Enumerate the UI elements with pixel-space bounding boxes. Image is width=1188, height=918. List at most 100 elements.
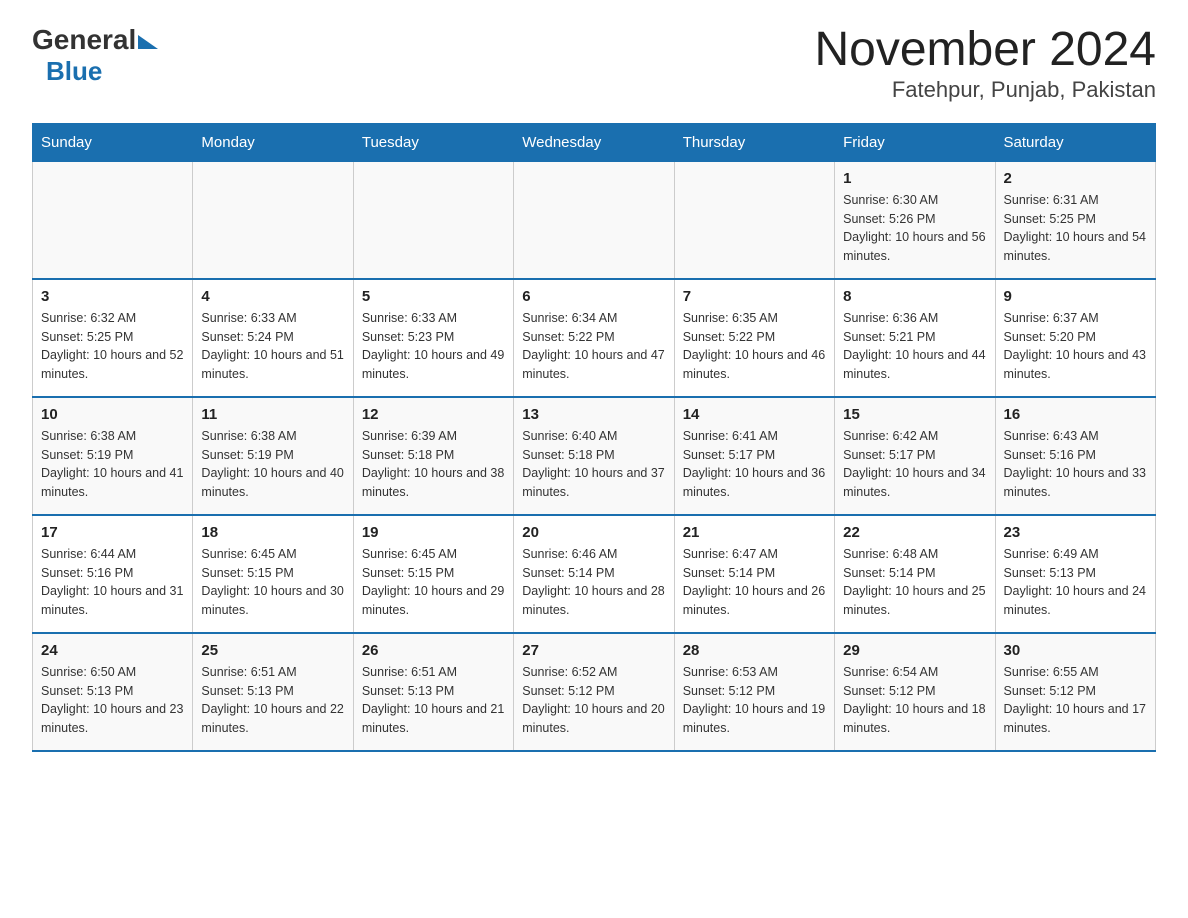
calendar-week-row: 24Sunrise: 6:50 AM Sunset: 5:13 PM Dayli… [33, 633, 1156, 751]
title-block: November 2024 Fatehpur, Punjab, Pakistan [814, 24, 1156, 103]
calendar-day-cell: 9 Sunrise: 6:37 AM Sunset: 5:20 PM Daylig… [995, 279, 1155, 397]
page-subtitle: Fatehpur, Punjab, Pakistan [814, 77, 1156, 103]
day-number: 27 [522, 642, 665, 659]
day-number: 2 [1004, 170, 1147, 187]
day-number: 25 [201, 642, 344, 659]
day-info: Sunrise: 6:38 AM Sunset: 5:19 PM Dayligh… [201, 427, 344, 502]
calendar-header-row: SundayMondayTuesdayWednesdayThursdayFrid… [33, 123, 1156, 161]
day-info: Sunrise: 6:51 AM Sunset: 5:13 PM Dayligh… [362, 663, 505, 738]
day-number: 8 [843, 288, 986, 305]
calendar-header-thursday: Thursday [674, 123, 834, 161]
calendar-day-cell: 4 Sunrise: 6:33 AM Sunset: 5:24 PM Daylig… [193, 279, 353, 397]
day-number: 13 [522, 406, 665, 423]
calendar-day-cell: 17Sunrise: 6:44 AM Sunset: 5:16 PM Dayli… [33, 515, 193, 633]
day-info: Sunrise: 6:52 AM Sunset: 5:12 PM Dayligh… [522, 663, 665, 738]
calendar-day-cell: 5Sunrise: 6:33 AM Sunset: 5:23 PM Daylig… [353, 279, 513, 397]
calendar-day-cell: 26 Sunrise: 6:51 AM Sunset: 5:13 PM Dayli… [353, 633, 513, 751]
calendar-day-cell: 29Sunrise: 6:54 AM Sunset: 5:12 PM Dayli… [835, 633, 995, 751]
calendar-day-cell: 3Sunrise: 6:32 AM Sunset: 5:25 PM Daylig… [33, 279, 193, 397]
calendar-header-wednesday: Wednesday [514, 123, 674, 161]
day-info: Sunrise: 6:54 AM Sunset: 5:12 PM Dayligh… [843, 663, 986, 738]
day-info: Sunrise: 6:33 AM Sunset: 5:24 PM Dayligh… [201, 309, 344, 384]
calendar-header-sunday: Sunday [33, 123, 193, 161]
calendar-week-row: 3Sunrise: 6:32 AM Sunset: 5:25 PM Daylig… [33, 279, 1156, 397]
calendar-header-friday: Friday [835, 123, 995, 161]
calendar-header-tuesday: Tuesday [353, 123, 513, 161]
day-info: Sunrise: 6:34 AM Sunset: 5:22 PM Dayligh… [522, 309, 665, 384]
day-info: Sunrise: 6:40 AM Sunset: 5:18 PM Dayligh… [522, 427, 665, 502]
day-number: 23 [1004, 524, 1147, 541]
day-number: 17 [41, 524, 184, 541]
day-number: 7 [683, 288, 826, 305]
calendar-day-cell: 13 Sunrise: 6:40 AM Sunset: 5:18 PM Dayli… [514, 397, 674, 515]
day-number: 5 [362, 288, 505, 305]
day-info: Sunrise: 6:36 AM Sunset: 5:21 PM Dayligh… [843, 309, 986, 384]
day-number: 11 [201, 406, 344, 423]
calendar-day-cell: 10Sunrise: 6:38 AM Sunset: 5:19 PM Dayli… [33, 397, 193, 515]
calendar-week-row: 1Sunrise: 6:30 AM Sunset: 5:26 PM Daylig… [33, 161, 1156, 279]
calendar-week-row: 10Sunrise: 6:38 AM Sunset: 5:19 PM Dayli… [33, 397, 1156, 515]
day-info: Sunrise: 6:55 AM Sunset: 5:12 PM Dayligh… [1004, 663, 1147, 738]
page-header: General Blue November 2024 Fatehpur, Pun… [32, 24, 1156, 103]
day-number: 4 [201, 288, 344, 305]
calendar-day-cell: 12Sunrise: 6:39 AM Sunset: 5:18 PM Dayli… [353, 397, 513, 515]
day-info: Sunrise: 6:41 AM Sunset: 5:17 PM Dayligh… [683, 427, 826, 502]
day-number: 15 [843, 406, 986, 423]
logo-triangle-icon [138, 35, 158, 49]
day-number: 22 [843, 524, 986, 541]
calendar-day-cell: 16 Sunrise: 6:43 AM Sunset: 5:16 PM Dayli… [995, 397, 1155, 515]
day-number: 1 [843, 170, 986, 187]
calendar-day-cell: 20 Sunrise: 6:46 AM Sunset: 5:14 PM Dayli… [514, 515, 674, 633]
day-number: 24 [41, 642, 184, 659]
calendar-day-cell: 22 Sunrise: 6:48 AM Sunset: 5:14 PM Dayli… [835, 515, 995, 633]
day-number: 30 [1004, 642, 1147, 659]
day-number: 16 [1004, 406, 1147, 423]
calendar-day-cell: 19 Sunrise: 6:45 AM Sunset: 5:15 PM Dayli… [353, 515, 513, 633]
day-number: 26 [362, 642, 505, 659]
day-info: Sunrise: 6:47 AM Sunset: 5:14 PM Dayligh… [683, 545, 826, 620]
day-info: Sunrise: 6:48 AM Sunset: 5:14 PM Dayligh… [843, 545, 986, 620]
calendar-header-saturday: Saturday [995, 123, 1155, 161]
calendar-day-cell: 25 Sunrise: 6:51 AM Sunset: 5:13 PM Dayli… [193, 633, 353, 751]
calendar-day-cell: 28 Sunrise: 6:53 AM Sunset: 5:12 PM Dayli… [674, 633, 834, 751]
calendar-header-monday: Monday [193, 123, 353, 161]
day-number: 19 [362, 524, 505, 541]
day-info: Sunrise: 6:37 AM Sunset: 5:20 PM Dayligh… [1004, 309, 1147, 384]
day-info: Sunrise: 6:42 AM Sunset: 5:17 PM Dayligh… [843, 427, 986, 502]
calendar-day-cell [674, 161, 834, 279]
calendar-day-cell: 23 Sunrise: 6:49 AM Sunset: 5:13 PM Dayli… [995, 515, 1155, 633]
day-number: 20 [522, 524, 665, 541]
day-number: 6 [522, 288, 665, 305]
calendar-day-cell [33, 161, 193, 279]
day-info: Sunrise: 6:45 AM Sunset: 5:15 PM Dayligh… [362, 545, 505, 620]
day-info: Sunrise: 6:45 AM Sunset: 5:15 PM Dayligh… [201, 545, 344, 620]
day-info: Sunrise: 6:46 AM Sunset: 5:14 PM Dayligh… [522, 545, 665, 620]
day-number: 14 [683, 406, 826, 423]
day-number: 9 [1004, 288, 1147, 305]
calendar-week-row: 17Sunrise: 6:44 AM Sunset: 5:16 PM Dayli… [33, 515, 1156, 633]
calendar-day-cell: 21 Sunrise: 6:47 AM Sunset: 5:14 PM Dayli… [674, 515, 834, 633]
calendar-day-cell [353, 161, 513, 279]
calendar-day-cell: 27 Sunrise: 6:52 AM Sunset: 5:12 PM Dayli… [514, 633, 674, 751]
calendar-day-cell [193, 161, 353, 279]
day-info: Sunrise: 6:49 AM Sunset: 5:13 PM Dayligh… [1004, 545, 1147, 620]
day-info: Sunrise: 6:43 AM Sunset: 5:16 PM Dayligh… [1004, 427, 1147, 502]
calendar-day-cell: 2 Sunrise: 6:31 AM Sunset: 5:25 PM Daylig… [995, 161, 1155, 279]
calendar-day-cell: 15 Sunrise: 6:42 AM Sunset: 5:17 PM Dayli… [835, 397, 995, 515]
day-info: Sunrise: 6:53 AM Sunset: 5:12 PM Dayligh… [683, 663, 826, 738]
logo-general-text: General [32, 24, 136, 56]
calendar-table: SundayMondayTuesdayWednesdayThursdayFrid… [32, 123, 1156, 752]
logo-blue-text: Blue [46, 56, 102, 87]
calendar-day-cell: 11 Sunrise: 6:38 AM Sunset: 5:19 PM Dayli… [193, 397, 353, 515]
day-number: 21 [683, 524, 826, 541]
day-number: 12 [362, 406, 505, 423]
calendar-day-cell: 1Sunrise: 6:30 AM Sunset: 5:26 PM Daylig… [835, 161, 995, 279]
day-number: 18 [201, 524, 344, 541]
day-number: 28 [683, 642, 826, 659]
page-title: November 2024 [814, 24, 1156, 77]
day-info: Sunrise: 6:31 AM Sunset: 5:25 PM Dayligh… [1004, 191, 1147, 266]
logo: General Blue [32, 24, 158, 87]
calendar-day-cell: 7Sunrise: 6:35 AM Sunset: 5:22 PM Daylig… [674, 279, 834, 397]
day-number: 3 [41, 288, 184, 305]
day-info: Sunrise: 6:51 AM Sunset: 5:13 PM Dayligh… [201, 663, 344, 738]
